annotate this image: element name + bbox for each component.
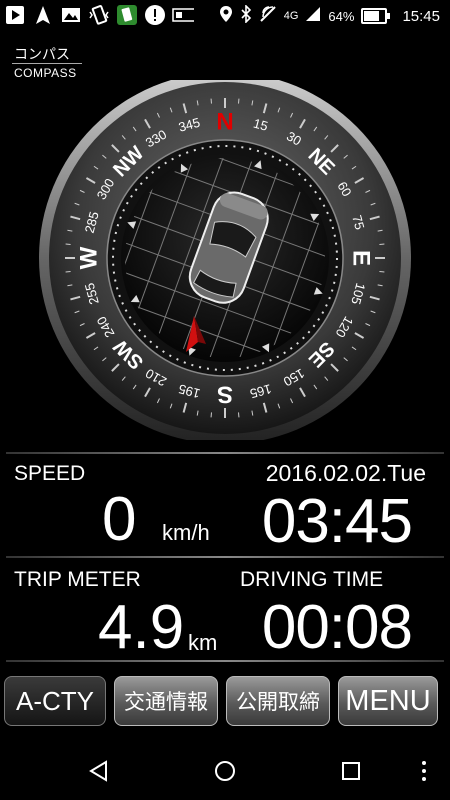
traffic-info-button[interactable]: 交通情報 xyxy=(114,676,218,726)
acty-button-label: A-CTY xyxy=(16,685,94,716)
speed-unit: km/h xyxy=(162,520,210,545)
status-bar: 4G 64% 15:45 xyxy=(0,0,450,32)
menu-button[interactable]: MENU xyxy=(338,676,438,726)
trip-meter-label: TRIP METER xyxy=(14,568,141,591)
more-icon[interactable] xyxy=(416,758,432,784)
vibrate-icon xyxy=(88,4,110,26)
play-icon xyxy=(4,4,26,26)
enforcement-button-label: 公開取締 xyxy=(236,690,320,714)
status-time: 15:45 xyxy=(402,7,440,25)
menu-button-label: MENU xyxy=(345,684,431,717)
network-type: 4G xyxy=(283,10,299,22)
battery-icon xyxy=(361,8,391,24)
compass: N NE E SE S SW W NW 15 30 60 75 105 120 150 165 195 210 24… xyxy=(0,80,450,440)
compass-dial: NNEESESSWWNW1530607510512015016519521024… xyxy=(39,80,411,440)
acty-button[interactable]: A-CTY xyxy=(4,676,106,726)
back-icon[interactable] xyxy=(86,758,112,784)
recents-icon[interactable] xyxy=(338,758,364,784)
driving-time-label: DRIVING TIME xyxy=(240,568,384,591)
signal-icon xyxy=(305,6,321,26)
speed-value: 0 xyxy=(102,485,137,554)
home-icon[interactable] xyxy=(212,758,238,784)
trip-meter-unit: km xyxy=(188,630,218,655)
system-nav-bar xyxy=(0,740,450,800)
action-buttons: A-CTY 交通情報 公開取締 MENU xyxy=(4,676,446,726)
alert-icon xyxy=(144,4,166,26)
divider-top xyxy=(6,452,444,454)
image-icon xyxy=(60,4,82,26)
navigation-arrow-icon xyxy=(32,4,54,26)
nfc-icon xyxy=(259,5,277,27)
traffic-info-button-label: 交通情報 xyxy=(124,690,208,714)
compass-w-label: W xyxy=(76,246,103,269)
compass-s-label: S xyxy=(217,381,233,408)
compass-title-divider xyxy=(12,63,82,64)
compass-e-label: E xyxy=(348,250,375,266)
bluetooth-icon xyxy=(240,4,252,27)
driving-time-value: 00:08 xyxy=(261,593,413,662)
divider-middle xyxy=(6,556,444,558)
compass-n-label: N xyxy=(216,109,233,136)
date-display: 2016.02.02.Tue xyxy=(265,460,426,486)
trip-meter-value: 4.9 xyxy=(98,593,185,662)
card-icon xyxy=(172,4,194,26)
clock-display: 03:45 xyxy=(261,487,413,556)
battery-percent: 64% xyxy=(328,8,355,24)
enforcement-button[interactable]: 公開取締 xyxy=(226,676,330,726)
compass-title-jp: コンパス xyxy=(14,47,70,63)
divider-bottom xyxy=(6,660,444,662)
compass-title-en: COMPASS xyxy=(14,66,77,80)
speed-label: SPEED xyxy=(14,462,86,485)
location-pin-icon xyxy=(219,5,233,27)
app-badge-icon xyxy=(116,4,138,26)
